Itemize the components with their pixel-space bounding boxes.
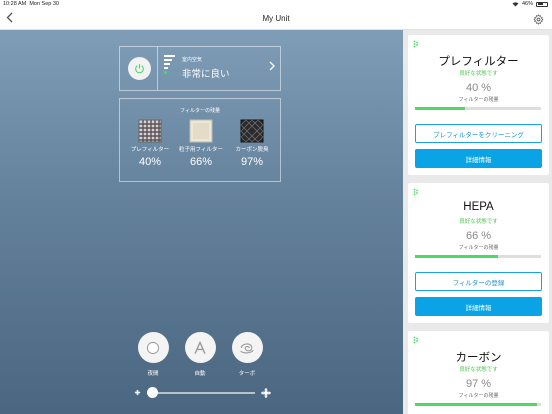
- mode-circle: [231, 332, 263, 363]
- filter-card-remaining-label: フィルターの残量: [458, 245, 499, 251]
- fan-large-icon: [261, 388, 271, 398]
- filter-name: プレフィルター: [130, 147, 170, 153]
- fan-small-icon: [134, 389, 141, 396]
- settings-button[interactable]: [533, 12, 544, 30]
- moon-icon: [146, 341, 160, 354]
- filter-item-carbon: カーボン脱臭 97%: [227, 119, 277, 168]
- filter-summary-title: フィルターの残量: [180, 108, 220, 114]
- status-date: Mon Sep 30: [29, 1, 59, 7]
- filter-card-percent: 97 %: [465, 378, 492, 390]
- air-quality-value: 非常に良い: [182, 69, 230, 80]
- filter-card-hepa: HEPA 良好な状態です 66 % フィルターの残量 フィルターの登録 詳細情報: [408, 183, 549, 323]
- filter-card-title: カーボン: [455, 352, 502, 364]
- wifi-icon: [512, 1, 519, 6]
- dots-icon: [413, 40, 418, 48]
- filter-percent: 40%: [138, 156, 162, 168]
- dots-icon: [413, 336, 418, 344]
- mode-circle: [137, 332, 169, 363]
- status-bar: 10:28 AM Mon Sep 30 46%: [0, 0, 552, 9]
- status-time: 10:28 AM: [3, 1, 27, 7]
- filter-card-carbon: カーボン 良好な状態です 97 % フィルターの残量: [408, 331, 549, 414]
- battery-percent: 46%: [521, 1, 533, 7]
- power-icon: [135, 64, 144, 74]
- clean-prefilter-button[interactable]: プレフィルターをクリーニング: [415, 124, 542, 143]
- filter-card-remaining-label: フィルターの残量: [458, 393, 499, 399]
- mode-label: 夜間: [147, 371, 159, 377]
- mode-label: 自動: [194, 371, 206, 377]
- mode-turbo-button[interactable]: ターボ: [224, 332, 270, 377]
- page-title: My Unit: [262, 14, 290, 23]
- filter-percent: 66%: [189, 156, 213, 168]
- prefilter-image-icon: [138, 119, 162, 143]
- filter-card-status: 良好な状態です: [459, 219, 498, 225]
- slider-track: [147, 392, 255, 394]
- particle-filter-image-icon: [189, 119, 213, 143]
- filter-card-remaining-label: フィルターの残量: [458, 97, 499, 103]
- filter-card-percent: 40 %: [465, 82, 492, 94]
- filter-name: カーボン脱臭: [235, 147, 269, 153]
- filter-level-bar: [415, 403, 541, 406]
- filter-cards-panel: プレフィルター 良好な状態です 40 % フィルターの残量 プレフィルターをクリ…: [403, 30, 552, 414]
- power-button[interactable]: [128, 57, 151, 80]
- nav-bar: My Unit: [0, 9, 552, 30]
- air-quality-label: 室内空気: [182, 57, 203, 63]
- mode-label: ターボ: [238, 371, 256, 377]
- auto-a-icon: [194, 340, 206, 354]
- status-time-date: 10:28 AM Mon Sep 30: [3, 1, 59, 7]
- filter-name: 粒子用フィルター: [179, 147, 223, 153]
- turbo-icon: [240, 342, 254, 353]
- filter-percent: 97%: [240, 156, 264, 168]
- filter-card-title: プレフィルター: [438, 56, 519, 68]
- filter-summary-box: フィルターの残量 プレフィルター 40% 粒子用フィルター 66% カーボン脱臭…: [119, 98, 281, 182]
- air-quality-level-icon: [164, 55, 175, 76]
- filter-card-prefilter: プレフィルター 良好な状態です 40 % フィルターの残量 プレフィルターをクリ…: [408, 35, 549, 175]
- filter-card-status: 良好な状態です: [459, 71, 498, 77]
- main-panel: 室内空気 非常に良い フィルターの残量 プレフィルター 40% 粒子用フィルター…: [0, 30, 403, 414]
- dots-icon: [413, 188, 418, 196]
- filter-level-bar: [415, 255, 541, 258]
- filter-level-bar: [415, 107, 541, 110]
- chevron-right-icon[interactable]: [269, 60, 275, 74]
- mode-circle: [184, 332, 216, 363]
- gear-icon: [533, 14, 544, 25]
- carbon-filter-image-icon: [240, 119, 264, 143]
- filter-card-title: HEPA: [463, 201, 494, 213]
- register-filter-button[interactable]: フィルターの登録: [415, 272, 542, 291]
- filter-item-particle: 粒子用フィルター 66%: [176, 119, 226, 168]
- power-area: [120, 47, 158, 90]
- filter-card-percent: 66 %: [465, 230, 492, 242]
- filter-item-prefilter: プレフィルター 40%: [125, 119, 175, 168]
- slider-thumb[interactable]: [147, 387, 158, 398]
- battery-icon: [536, 1, 548, 7]
- filter-card-status: 良好な状態です: [459, 367, 498, 373]
- mode-auto-button[interactable]: 自動: [177, 332, 223, 377]
- details-button[interactable]: 詳細情報: [415, 149, 542, 168]
- mode-night-button[interactable]: 夜間: [130, 332, 176, 377]
- details-button[interactable]: 詳細情報: [415, 297, 542, 316]
- fan-speed-slider[interactable]: [133, 386, 273, 400]
- status-right: 46%: [512, 1, 548, 7]
- air-quality-card[interactable]: 室内空気 非常に良い: [119, 46, 281, 91]
